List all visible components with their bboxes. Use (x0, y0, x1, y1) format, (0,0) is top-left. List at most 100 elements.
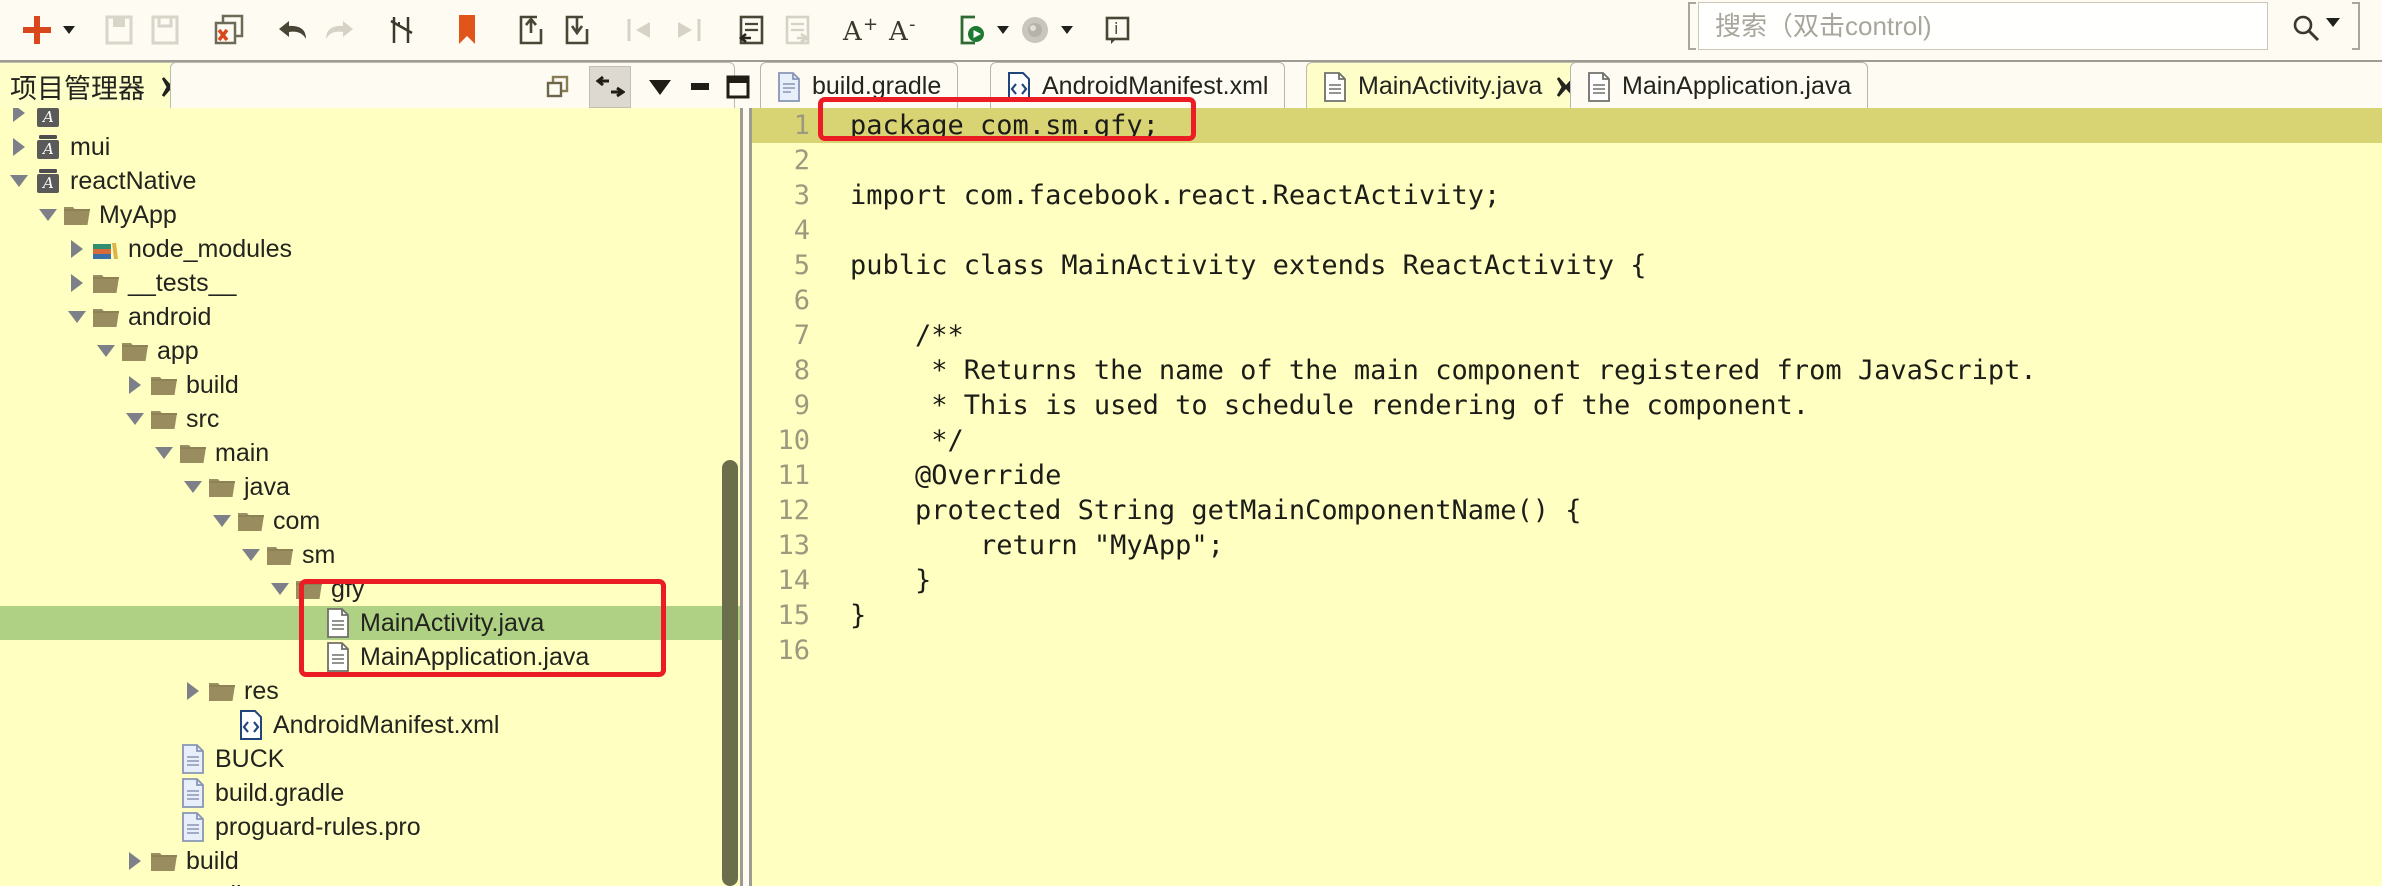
tree-row[interactable]: main (0, 436, 740, 470)
import-button[interactable] (554, 7, 600, 53)
chevron-right-icon[interactable] (122, 844, 148, 878)
chevron-down-icon[interactable] (93, 334, 119, 368)
back-nav-button[interactable] (728, 7, 774, 53)
tree-row[interactable]: build (0, 368, 740, 402)
code-line[interactable]: 14 } (752, 563, 2382, 598)
chevron-right-icon[interactable] (64, 232, 90, 266)
tree-row[interactable]: gfy (0, 572, 740, 606)
tree-row[interactable]: node_modules (0, 232, 740, 266)
code-line[interactable]: 15} (752, 598, 2382, 633)
panel-divider-left[interactable] (740, 108, 743, 886)
tab-main-application[interactable]: MainApplication.java (1570, 62, 1869, 110)
undo-button[interactable] (270, 7, 316, 53)
collapse-all-button[interactable] (537, 66, 579, 108)
tree-row[interactable]: MainApplication.java (0, 640, 740, 674)
tree-row[interactable]: build.gradle (0, 776, 740, 810)
prev-edit-button[interactable] (618, 7, 664, 53)
save-all-button[interactable] (142, 7, 188, 53)
code-line[interactable]: 6 (752, 283, 2382, 318)
search-dropdown-icon[interactable] (2326, 18, 2340, 27)
search-box[interactable] (1698, 2, 2268, 50)
chevron-down-icon[interactable] (238, 538, 264, 572)
chevron-down-icon[interactable] (267, 572, 293, 606)
tree-row-selected[interactable]: MainActivity.java (0, 606, 740, 640)
tree-row[interactable]: res (0, 674, 740, 708)
tree-row[interactable]: app (0, 334, 740, 368)
tab-build-gradle[interactable]: build.gradle (760, 62, 959, 110)
chevron-down-icon[interactable] (151, 436, 177, 470)
code-line-current[interactable]: 1 package com.sm.gfy; (752, 108, 2382, 143)
tree-row[interactable]: android (0, 300, 740, 334)
chevron-down-icon[interactable] (209, 504, 235, 538)
tab-android-manifest[interactable]: AndroidManifest.xml (990, 62, 1286, 110)
info-button[interactable]: i (1094, 7, 1140, 53)
export-button[interactable] (508, 7, 554, 53)
chevron-down-icon[interactable] (122, 402, 148, 436)
tree-row[interactable]: build (0, 844, 740, 878)
chevron-down-icon[interactable] (180, 470, 206, 504)
chevron-down-icon[interactable] (64, 300, 90, 334)
tree-row[interactable]: Amui (0, 130, 740, 164)
code-line[interactable]: 10 */ (752, 423, 2382, 458)
chevron-down-icon[interactable] (35, 198, 61, 232)
tree-row[interactable]: com (0, 504, 740, 538)
project-panel-tab[interactable]: 项目管理器 (0, 62, 198, 110)
save-button[interactable] (96, 7, 142, 53)
bookmark-button[interactable] (444, 7, 490, 53)
code-editor[interactable]: 1 package com.sm.gfy; 2 3 import com.faceboo… (752, 108, 2382, 886)
code-line[interactable]: 8 * Returns the name of the main compone… (752, 353, 2382, 388)
tree-row[interactable]: gradle (0, 878, 740, 886)
project-explorer-tree[interactable]: A Amui AreactNative MyApp node_modules __test… (0, 108, 740, 886)
code-line[interactable]: 11 @Override (752, 458, 2382, 493)
run-button[interactable] (948, 7, 994, 53)
search-input[interactable] (1713, 9, 2267, 43)
chevron-right-icon[interactable] (122, 878, 148, 886)
tree-row[interactable]: sm (0, 538, 740, 572)
tree-row[interactable]: AndroidManifest.xml (0, 708, 740, 742)
next-edit-button[interactable] (664, 7, 710, 53)
code-line[interactable]: 3 import com.facebook.react.ReactActivity… (752, 178, 2382, 213)
debug-dropdown[interactable] (1058, 7, 1076, 53)
tree-row[interactable]: java (0, 470, 740, 504)
code-line[interactable]: 7 /** (752, 318, 2382, 353)
tree-vertical-scrollbar-track[interactable] (722, 108, 738, 886)
chevron-right-icon[interactable] (180, 674, 206, 708)
tree-row[interactable]: A (0, 108, 740, 130)
tree-row[interactable]: MyApp (0, 198, 740, 232)
code-line[interactable]: 12 protected String getMainComponentName… (752, 493, 2382, 528)
run-dropdown[interactable] (994, 7, 1012, 53)
view-menu-button[interactable] (639, 66, 681, 108)
minimize-button[interactable] (679, 66, 721, 108)
link-with-editor-button[interactable] (589, 66, 631, 108)
tree-row[interactable]: BUCK (0, 742, 740, 776)
tree-vertical-scrollbar-thumb[interactable] (722, 460, 738, 886)
chevron-down-icon[interactable] (6, 164, 32, 198)
new-dropdown[interactable] (60, 7, 78, 53)
font-decrease-button[interactable]: A - (884, 7, 930, 53)
line-text: package com.sm.gfy; (850, 110, 1159, 141)
code-line[interactable]: 16 (752, 633, 2382, 668)
build-project-button[interactable] (206, 7, 252, 53)
chevron-right-icon[interactable] (122, 368, 148, 402)
chevron-right-icon[interactable] (64, 266, 90, 300)
redo-button[interactable] (316, 7, 362, 53)
code-line[interactable]: 5 public class MainActivity extends React… (752, 248, 2382, 283)
code-line[interactable]: 2 (752, 143, 2382, 178)
new-button[interactable] (14, 7, 60, 53)
chevron-right-icon[interactable] (6, 130, 32, 164)
forward-nav-button[interactable] (774, 7, 820, 53)
code-line[interactable]: 13 return "MyApp"; (752, 528, 2382, 563)
tree-row[interactable]: proguard-rules.pro (0, 810, 740, 844)
debug-button[interactable] (1012, 7, 1058, 53)
debug-step-button[interactable] (380, 7, 426, 53)
tree-row[interactable]: __tests__ (0, 266, 740, 300)
code-line[interactable]: 9 * This is used to schedule rendering o… (752, 388, 2382, 423)
search-icon[interactable] (2286, 8, 2326, 48)
tree-row[interactable]: AreactNative (0, 164, 740, 198)
maximize-button[interactable] (717, 66, 759, 108)
tree-row[interactable]: src (0, 402, 740, 436)
font-increase-button[interactable]: A + (838, 7, 884, 53)
code-line[interactable]: 4 (752, 213, 2382, 248)
chevron-right-icon[interactable] (6, 108, 32, 130)
tab-main-activity[interactable]: MainActivity.java (1306, 62, 1596, 110)
